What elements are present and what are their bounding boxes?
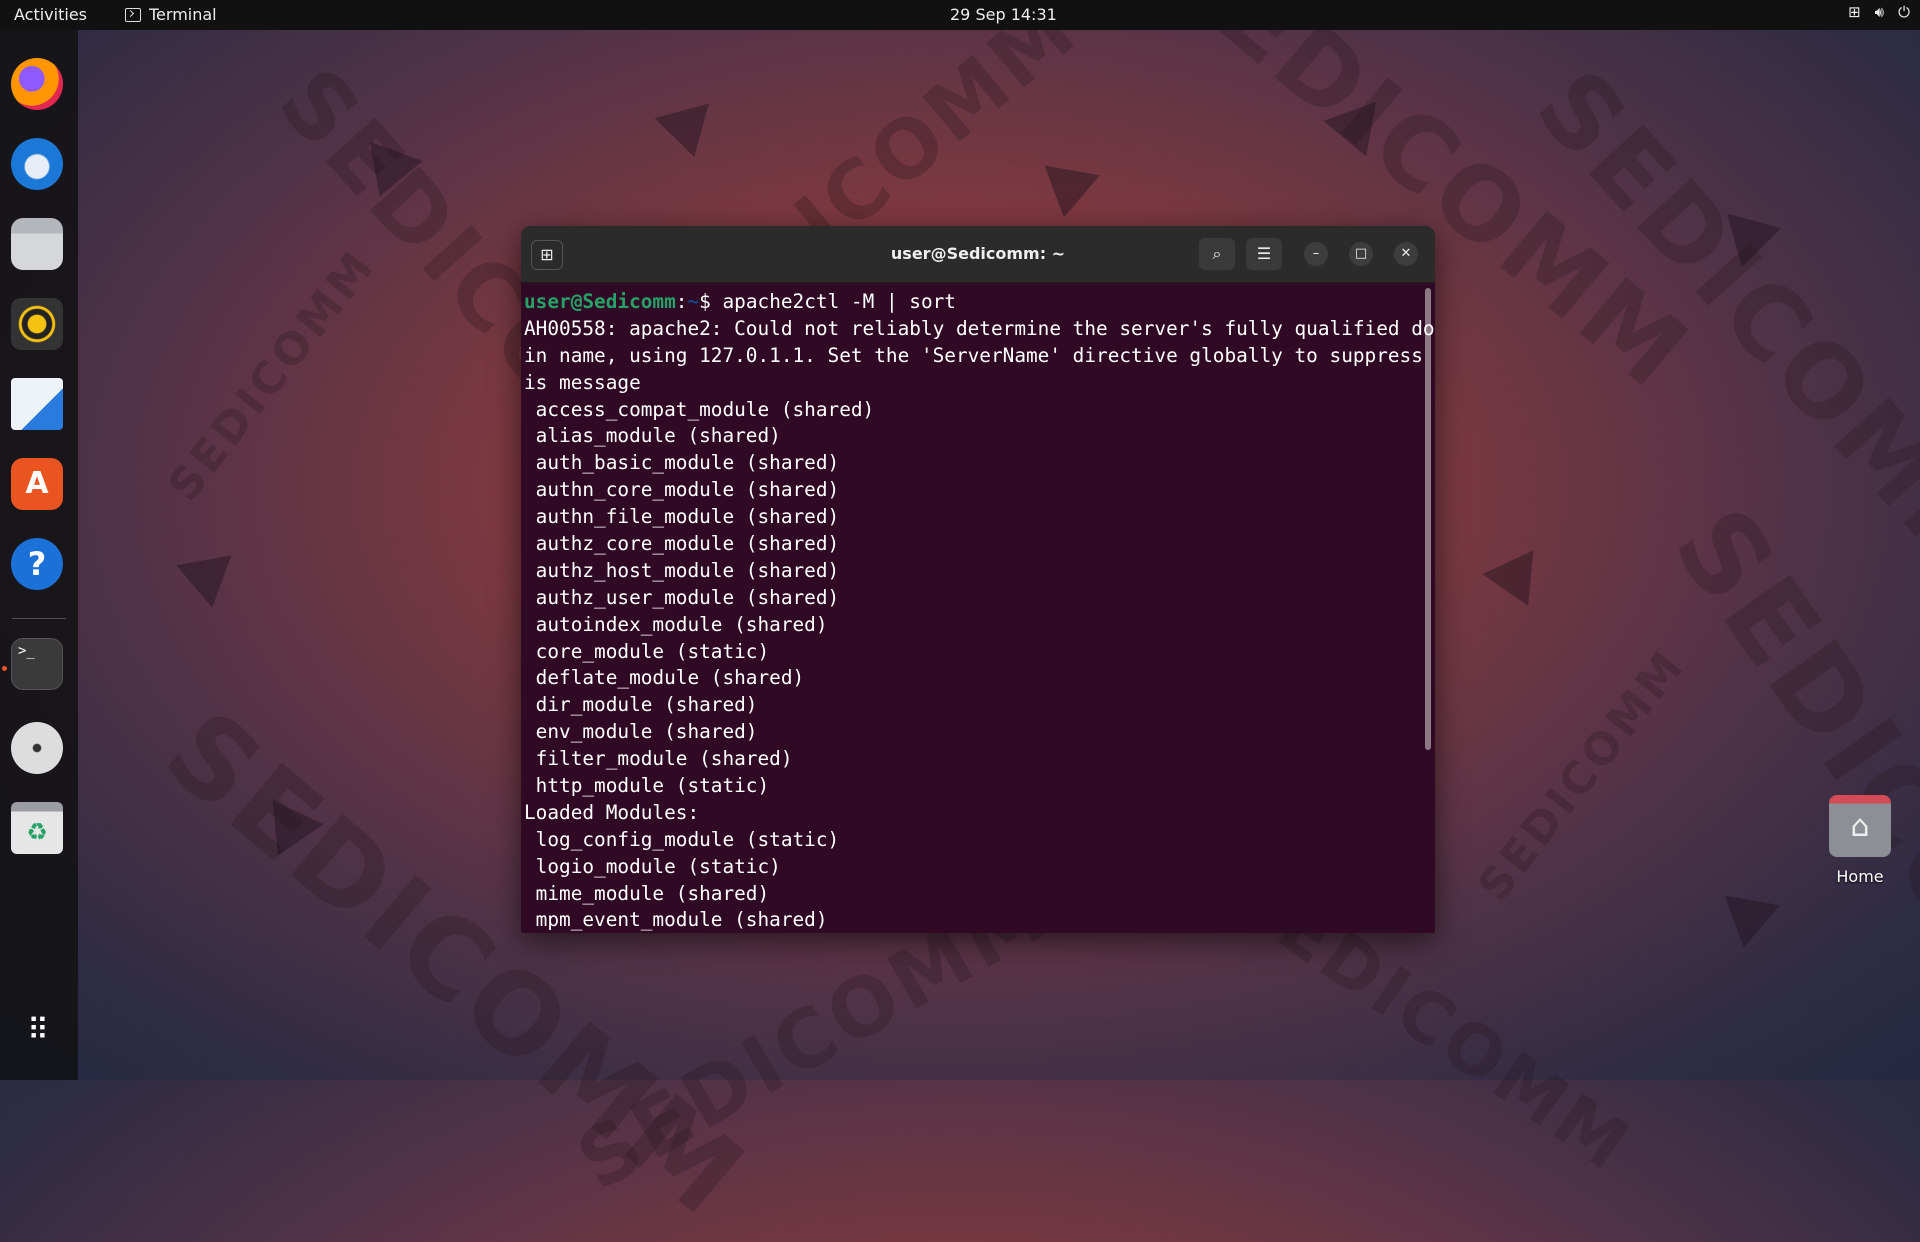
power-icon: ⏻ [1898, 3, 1910, 21]
terminal-window[interactable]: ⊞ user@Sedicomm: ~ ⌕ ☰ – □ ✕ user@Sedico… [521, 226, 1435, 933]
output-line: http_module (static) [524, 774, 770, 798]
disc-icon[interactable] [11, 722, 63, 774]
wallpaper-triangle [353, 141, 423, 207]
system-tray[interactable]: ⊞ 🔊︎ ⏻ [1848, 3, 1910, 21]
close-icon: ✕ [1400, 246, 1412, 261]
output-line: Loaded Modules: [524, 800, 700, 824]
output-line: in name, using 127.0.1.1. Set the 'Serve… [524, 343, 1435, 367]
hamburger-menu-icon: ☰ [1256, 244, 1272, 263]
terminal-active-indicator [2, 666, 7, 671]
wallpaper-triangle [1323, 101, 1393, 167]
volume-icon: 🔊︎ [1874, 3, 1885, 21]
output-line: filter_module (shared) [524, 747, 793, 771]
terminal-headerbar[interactable]: ⊞ user@Sedicomm: ~ ⌕ ☰ – □ ✕ [521, 226, 1435, 283]
output-line: access_compat_module (shared) [524, 397, 875, 421]
output-line: AH00558: apache2: Could not reliably det… [524, 316, 1435, 340]
network-icon: ⊞ [1848, 3, 1861, 21]
output-line: mpm_event_module (shared) [524, 908, 828, 932]
close-button[interactable]: ✕ [1394, 242, 1418, 266]
output-line: auth_basic_module (shared) [524, 451, 840, 475]
output-line: authz_user_module (shared) [524, 585, 840, 609]
prompt-path: ~ [687, 290, 700, 313]
wallpaper-triangle [252, 800, 324, 868]
show-applications-icon[interactable]: ⠿ [11, 1005, 63, 1057]
command-line: user@Sedicomm:~$ apache2ctl -M | sort [524, 289, 1425, 316]
wallpaper-triangle [1036, 165, 1100, 223]
app-menu[interactable]: Terminal [125, 5, 217, 24]
scrollbar[interactable] [1425, 288, 1431, 750]
wallpaper-watermark: SEDICOMM [158, 240, 386, 511]
output-line: autoindex_module (shared) [524, 612, 828, 636]
search-button[interactable]: ⌕ [1199, 238, 1235, 270]
output-line: deflate_module (shared) [524, 666, 805, 690]
output-line: authz_host_module (shared) [524, 558, 840, 582]
command-text: apache2ctl -M | sort [722, 290, 956, 313]
output-line: authn_file_module (shared) [524, 505, 840, 529]
wallpaper-triangle [1482, 550, 1554, 618]
top-bar: Activities Terminal 29 Sep 14:31 ⊞ 🔊︎ ⏻ [0, 0, 1920, 30]
output-line: env_module (shared) [524, 720, 758, 744]
output-line: is message [524, 370, 641, 394]
clock[interactable]: 29 Sep 14:31 [950, 5, 1057, 24]
minimize-icon: – [1312, 246, 1320, 261]
output-line: logio_module (static) [524, 854, 781, 878]
dock-separator [12, 618, 66, 619]
prompt-user: user@Sedicomm [524, 290, 676, 313]
minimize-button[interactable]: – [1304, 242, 1328, 266]
trash-icon[interactable]: ♻ [11, 802, 63, 854]
output-line: alias_module (shared) [524, 424, 781, 448]
thunderbird-icon[interactable] [11, 138, 63, 190]
output-line: core_module (static) [524, 639, 770, 663]
rhythmbox-icon[interactable] [11, 298, 63, 350]
maximize-icon: □ [1354, 246, 1368, 261]
wallpaper-watermark: SEDICOMM [1468, 640, 1696, 911]
prompt-separator: : [675, 290, 688, 313]
window-title: user@Sedicomm: ~ [890, 244, 1066, 263]
wallpaper-watermark: SEDICOMM [1514, 47, 1920, 610]
wallpaper-triangle [176, 555, 240, 613]
software-store-icon[interactable]: A [11, 458, 63, 510]
wallpaper-triangle [654, 103, 722, 165]
output-line: authz_core_module (shared) [524, 532, 840, 556]
activities-button[interactable]: Activities [14, 5, 87, 24]
dock: A ? >_ ♻ ⠿ [0, 30, 78, 1080]
libreoffice-writer-icon[interactable] [11, 378, 63, 430]
output-line: authn_core_module (shared) [524, 478, 840, 502]
home-folder-icon [1829, 795, 1891, 857]
output-line: mime_module (shared) [524, 881, 770, 905]
terminal-icon [125, 7, 141, 22]
wallpaper-triangle [1714, 213, 1782, 275]
app-name: Terminal [149, 5, 217, 24]
output-line: log_config_module (static) [524, 827, 840, 851]
wallpaper-triangle [1716, 895, 1780, 953]
home-folder[interactable]: Home [1820, 795, 1900, 886]
prompt-symbol: $ [699, 290, 723, 313]
firefox-icon[interactable] [11, 58, 63, 110]
files-icon[interactable] [11, 218, 63, 270]
output-line: dir_module (shared) [524, 693, 758, 717]
home-folder-label: Home [1836, 867, 1884, 886]
search-icon: ⌕ [1212, 244, 1222, 263]
terminal-app-icon[interactable]: >_ [11, 638, 63, 690]
terminal-output-area[interactable]: user@Sedicomm:~$ apache2ctl -M | sort AH… [521, 283, 1435, 933]
help-icon[interactable]: ? [11, 538, 63, 590]
maximize-button[interactable]: □ [1349, 242, 1373, 266]
menu-button[interactable]: ☰ [1246, 238, 1282, 270]
